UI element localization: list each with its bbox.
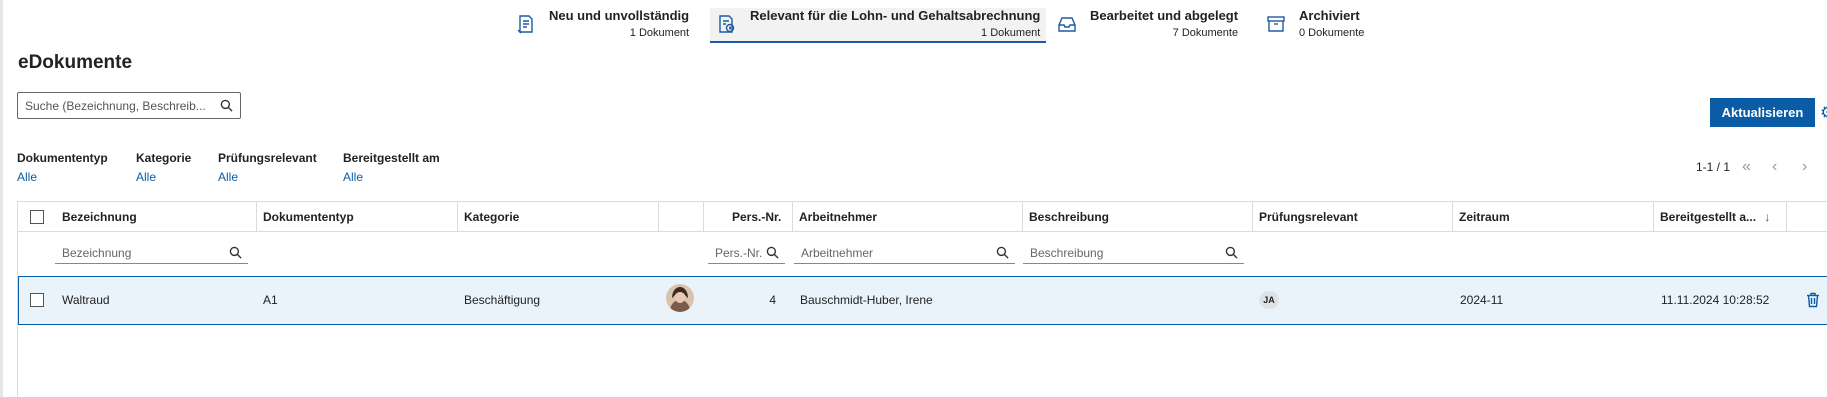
- filter-row: [18, 233, 1827, 277]
- filter-value-link[interactable]: Alle: [136, 170, 191, 184]
- refresh-button[interactable]: Aktualisieren: [1710, 98, 1815, 127]
- archive-box-icon: [1267, 16, 1285, 32]
- col-header-kategorie[interactable]: Kategorie: [457, 202, 519, 232]
- filter-beschreibung: [1023, 242, 1244, 264]
- prev-page-icon[interactable]: ‹: [1772, 158, 1777, 176]
- filter-persnr: [708, 242, 785, 264]
- tab-count: 0 Dokumente: [1299, 27, 1365, 39]
- tab-count: 1 Dokument: [629, 27, 690, 39]
- col-header-arbeitnehmer[interactable]: Arbeitnehmer: [792, 202, 877, 232]
- filter-beschreibung-input[interactable]: [1023, 245, 1244, 260]
- sort-descending-icon: ↓: [1764, 210, 1771, 224]
- filter-label: Kategorie: [136, 151, 192, 165]
- tab-title: Relevant für die Lohn- und Gehaltsabrech…: [750, 8, 1041, 23]
- filter-arbeitnehmer: [794, 242, 1015, 264]
- table-header: Bezeichnung Dokumententyp Kategorie Pers…: [18, 202, 1827, 232]
- cell-bezeichnung: Waltraud: [62, 293, 110, 307]
- document-edit-icon: [517, 15, 533, 34]
- tab-count: 1 Dokument: [981, 27, 1041, 39]
- cell-arbeitnehmer: Bauschmidt-Huber, Irene: [800, 293, 933, 307]
- payroll-document-icon: [719, 15, 735, 33]
- filter-pruefungsrelevant: Prüfungsrelevant Alle: [218, 151, 317, 184]
- tab-title: Bearbeitet und abgelegt: [1090, 8, 1239, 23]
- search-input[interactable]: [25, 98, 211, 113]
- col-header-zeitraum[interactable]: Zeitraum: [1452, 202, 1510, 232]
- gear-icon[interactable]: ⚙: [1820, 103, 1827, 121]
- filter-bezeichnung-input[interactable]: [55, 245, 248, 260]
- tab-archiviert[interactable]: Archiviert 0 Dokumente: [1265, 8, 1364, 44]
- cell-zeitraum: 2024-11: [1460, 293, 1504, 307]
- col-header-beschreibung[interactable]: Beschreibung: [1022, 202, 1109, 232]
- filter-label: Prüfungsrelevant: [218, 151, 317, 165]
- inbox-tray-icon: [1058, 17, 1076, 32]
- col-header-bezeichnung[interactable]: Bezeichnung: [55, 202, 137, 232]
- filter-bezeichnung: [55, 242, 248, 264]
- filter-label: Dokumententyp: [17, 151, 108, 165]
- table-row[interactable]: Waltraud A1 Beschäftigung 4 Bauschmidt-H…: [18, 276, 1827, 325]
- row-checkbox[interactable]: [30, 293, 44, 307]
- filter-bereitgestellt-am: Bereitgestellt am Alle: [343, 151, 440, 184]
- col-header-label: Bereitgestellt a...: [1660, 210, 1757, 224]
- cell-persnr: 4: [769, 293, 776, 307]
- col-header-avatar: [658, 202, 665, 232]
- filter-value-link[interactable]: Alle: [343, 170, 440, 184]
- first-page-icon[interactable]: «: [1742, 158, 1751, 176]
- search-icon[interactable]: [220, 99, 233, 112]
- search-icon: [996, 246, 1009, 259]
- col-header-dokumententyp[interactable]: Dokumententyp: [256, 202, 354, 232]
- status-badge: JA: [1259, 291, 1279, 309]
- col-header-bereitgestellt[interactable]: Bereitgestellt a... ↓: [1653, 202, 1770, 232]
- filter-value-link[interactable]: Alle: [17, 170, 108, 184]
- next-page-icon[interactable]: ›: [1802, 158, 1807, 176]
- tab-bearbeitet-und-abgelegt[interactable]: Bearbeitet und abgelegt 7 Dokumente: [1056, 8, 1238, 44]
- search-icon: [229, 246, 242, 259]
- filter-arbeitnehmer-input[interactable]: [794, 245, 1015, 260]
- tab-title: Archiviert: [1299, 8, 1360, 23]
- search-icon: [766, 246, 779, 259]
- pagination-range: 1-1 / 1: [1696, 160, 1731, 174]
- cell-bereitgestellt: 11.11.2024 10:28:52: [1661, 293, 1770, 307]
- cell-kategorie: Beschäftigung: [464, 293, 541, 307]
- search-box: [17, 92, 241, 119]
- page-title: eDokumente: [18, 52, 133, 73]
- trash-icon[interactable]: [1806, 292, 1820, 308]
- filter-dokumententyp: Dokumententyp Alle: [17, 151, 108, 184]
- avatar: [666, 284, 694, 312]
- filter-value-link[interactable]: Alle: [218, 170, 317, 184]
- tab-neu-und-unvollstaendig[interactable]: Neu und unvollständig 1 Dokument: [515, 8, 689, 44]
- col-header-pruefungsrelevant[interactable]: Prüfungsrelevant: [1252, 202, 1358, 232]
- tab-count: 7 Dokumente: [1172, 27, 1239, 39]
- documents-table: Bezeichnung Dokumententyp Kategorie Pers…: [17, 201, 1827, 397]
- tab-relevant-lohn-gehalt[interactable]: Relevant für die Lohn- und Gehaltsabrech…: [710, 8, 1047, 43]
- filter-label: Bereitgestellt am: [343, 151, 440, 165]
- col-header-persnr[interactable]: Pers.-Nr.: [725, 202, 781, 232]
- left-border: [0, 0, 3, 397]
- search-icon: [1225, 246, 1238, 259]
- select-all-checkbox[interactable]: [30, 210, 44, 224]
- filter-kategorie: Kategorie Alle: [136, 151, 191, 184]
- tab-title: Neu und unvollständig: [549, 8, 690, 23]
- cell-dokumententyp: A1: [263, 293, 278, 307]
